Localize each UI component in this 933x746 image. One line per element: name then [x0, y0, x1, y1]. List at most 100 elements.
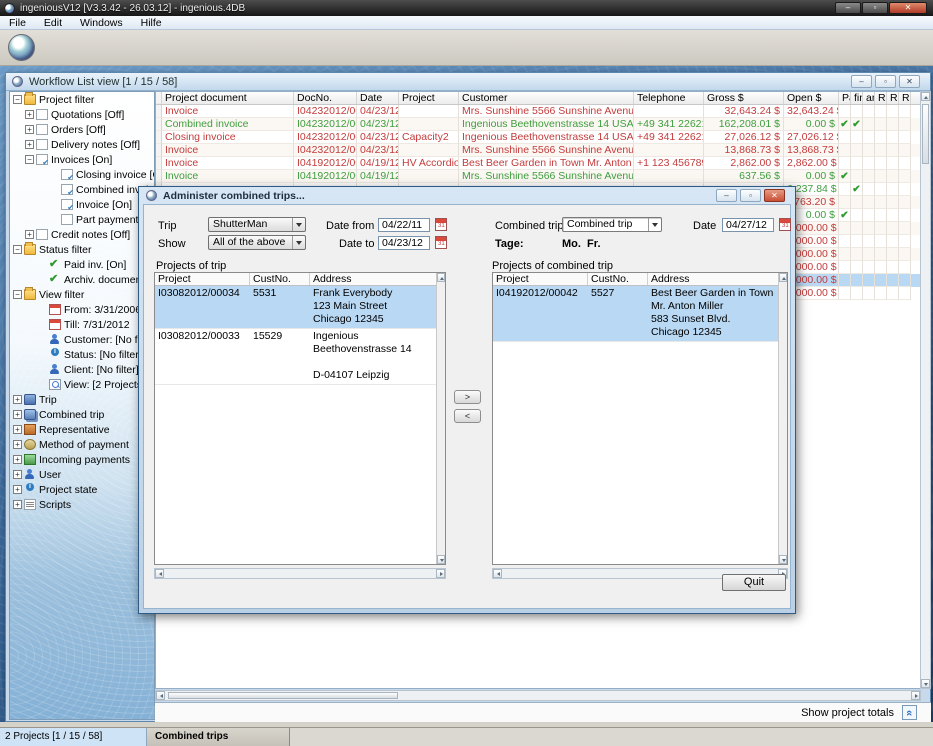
date-to-calendar-icon[interactable] — [435, 236, 447, 249]
tree-expander-icon[interactable]: + — [13, 410, 22, 419]
column-header-fin[interactable]: fin. — [851, 92, 863, 104]
menu-file[interactable]: File — [0, 17, 35, 29]
list-vertical-scrollbar[interactable] — [436, 273, 445, 564]
scroll-left-button[interactable] — [493, 569, 502, 578]
table-row[interactable]: Closing invoiceI04232012/0004504/23/12Ca… — [156, 131, 921, 144]
tree-item-till-7-31-2012[interactable]: +Till: 7/31/2012 — [10, 317, 154, 332]
vscroll-thumb[interactable] — [922, 104, 929, 164]
column-header-project[interactable]: Project — [399, 92, 459, 104]
tree-expander-icon[interactable]: + — [13, 500, 22, 509]
scroll-up-button[interactable] — [921, 92, 930, 101]
scroll-down-button[interactable] — [921, 679, 930, 688]
column-header-docno[interactable]: DocNo. — [294, 92, 357, 104]
show-totals-button[interactable] — [902, 705, 917, 720]
tree-expander-icon[interactable]: − — [25, 155, 34, 164]
column-header-date[interactable]: Date — [357, 92, 399, 104]
move-right-button[interactable]: > — [454, 390, 481, 404]
tree-item-orders-off[interactable]: +Orders [Off] — [10, 122, 154, 137]
tree-item-method-of-payment[interactable]: +Method of payment — [10, 437, 154, 452]
list-vertical-scrollbar[interactable] — [778, 273, 787, 564]
column-header-customer[interactable]: Customer — [459, 92, 634, 104]
column-header-gross[interactable]: Gross $ — [704, 92, 784, 104]
dialog-maximize-button[interactable]: ▫ — [740, 189, 761, 202]
tree-item-invoice-on[interactable]: +Invoice [On] — [10, 197, 154, 212]
column-header-telephone[interactable]: Telephone — [634, 92, 704, 104]
date-input[interactable]: 04/27/12 — [722, 218, 774, 232]
scroll-right-button[interactable] — [911, 691, 920, 700]
table-horizontal-scrollbar[interactable] — [155, 690, 921, 701]
scroll-right-button[interactable] — [436, 569, 445, 578]
workflow-close-button[interactable]: ✕ — [899, 75, 920, 88]
tree-item-customer-no-filter[interactable]: +Customer: [No filter] — [10, 332, 154, 347]
workflow-titlebar[interactable]: Workflow List view [1 / 15 / 58] – ▫ ✕ — [6, 73, 930, 91]
tree-expander-icon[interactable]: − — [13, 290, 22, 299]
list-column-header-address[interactable]: Address — [310, 273, 445, 285]
date-from-input[interactable]: 04/22/11 — [378, 218, 430, 232]
table-vertical-scrollbar[interactable] — [920, 91, 931, 689]
tree-item-status-no-filter[interactable]: +Status: [No filter] — [10, 347, 154, 362]
list-column-header-custno-[interactable]: CustNo. — [588, 273, 648, 285]
tree-expander-icon[interactable]: + — [25, 125, 34, 134]
tree-expander-icon[interactable]: + — [25, 110, 34, 119]
dialog-close-button[interactable]: ✕ — [764, 189, 785, 202]
tree-item-delivery-notes-off[interactable]: +Delivery notes [Off] — [10, 137, 154, 152]
tree-item-incoming-payments[interactable]: +Incoming payments — [10, 452, 154, 467]
menu-edit[interactable]: Edit — [35, 17, 71, 29]
minimize-button[interactable]: – — [835, 2, 861, 14]
table-row[interactable]: Combined invoiceI04232012/0004604/23/12I… — [156, 118, 921, 131]
tree-item-closing-invoice-on[interactable]: +Closing invoice [On] — [10, 167, 154, 182]
tree-expander-icon[interactable]: + — [13, 395, 22, 404]
list-column-header-project[interactable]: Project — [493, 273, 588, 285]
workflow-maximize-button[interactable]: ▫ — [875, 75, 896, 88]
maximize-button[interactable]: ▫ — [862, 2, 888, 14]
scroll-down-button[interactable] — [437, 555, 445, 564]
scroll-up-button[interactable] — [779, 273, 787, 282]
column-header-r2[interactable]: R2 — [887, 92, 899, 104]
quit-button[interactable]: Quit — [722, 574, 786, 591]
status-tab-combined-trips[interactable]: Combined trips — [147, 728, 290, 746]
scroll-left-button[interactable] — [155, 569, 164, 578]
list-item[interactable]: I03082012/000345531Frank Everybody 123 M… — [155, 286, 445, 329]
dialog-minimize-button[interactable]: – — [716, 189, 737, 202]
tree-item-trip[interactable]: +Trip — [10, 392, 154, 407]
column-header-arc[interactable]: arc — [863, 92, 875, 104]
workflow-minimize-button[interactable]: – — [851, 75, 872, 88]
table-row[interactable]: InvoiceI04232012/0004704/23/12Mrs. Sunsh… — [156, 105, 921, 118]
tree-item-project-filter[interactable]: −Project filter — [10, 92, 154, 107]
tree-item-invoices-on[interactable]: −Invoices [On] — [10, 152, 154, 167]
tree-item-project-state[interactable]: +Project state — [10, 482, 154, 497]
tree-item-paid-inv-on[interactable]: +Paid inv. [On] — [10, 257, 154, 272]
tree-expander-icon[interactable]: + — [25, 230, 34, 239]
list-column-header-project[interactable]: Project — [155, 273, 250, 285]
list-column-header-address[interactable]: Address — [648, 273, 787, 285]
table-row[interactable]: InvoiceI04232012/0004304/23/12Mrs. Sunsh… — [156, 144, 921, 157]
tree-item-quotations-off[interactable]: +Quotations [Off] — [10, 107, 154, 122]
tree-item-user[interactable]: +User — [10, 467, 154, 482]
tree-item-combined-trip[interactable]: +Combined trip — [10, 407, 154, 422]
table-row[interactable]: InvoiceI04192012/0004104/19/12Mrs. Sunsh… — [156, 170, 921, 183]
date-calendar-icon[interactable] — [779, 218, 791, 231]
tree-expander-icon[interactable]: + — [13, 455, 22, 464]
close-button[interactable]: ✕ — [889, 2, 927, 14]
scroll-left-button[interactable] — [156, 691, 165, 700]
column-header-pai[interactable]: Pai — [839, 92, 851, 104]
move-left-button[interactable]: < — [454, 409, 481, 423]
combined-trip-combobox[interactable]: Combined trip — [562, 217, 662, 232]
column-header-project-document[interactable]: Project document — [162, 92, 294, 104]
column-header-r1[interactable]: R1 — [875, 92, 887, 104]
tree-expander-icon[interactable]: − — [13, 95, 22, 104]
menu-windows[interactable]: Windows — [71, 17, 132, 29]
tree-item-client-no-filter[interactable]: +Client: [No filter] — [10, 362, 154, 377]
scroll-down-button[interactable] — [779, 555, 787, 564]
list-item[interactable]: I03082012/0003315529Ingenious Beethovens… — [155, 329, 445, 385]
tree-item-archiv-documents-on[interactable]: +Archiv. documents [On] — [10, 272, 154, 287]
left-list-hscrollbar[interactable] — [154, 568, 446, 579]
trip-combobox[interactable]: ShutterMan — [208, 217, 306, 232]
menu-hilfe[interactable]: Hilfe — [132, 17, 171, 29]
column-header-open[interactable]: Open $ — [784, 92, 839, 104]
tree-item-credit-notes-off[interactable]: +Credit notes [Off] — [10, 227, 154, 242]
list-item[interactable]: I04192012/000425527Best Beer Garden in T… — [493, 286, 787, 342]
list-column-header-custno-[interactable]: CustNo. — [250, 273, 310, 285]
tree-expander-icon[interactable]: − — [13, 245, 22, 254]
tree-expander-icon[interactable]: + — [13, 425, 22, 434]
